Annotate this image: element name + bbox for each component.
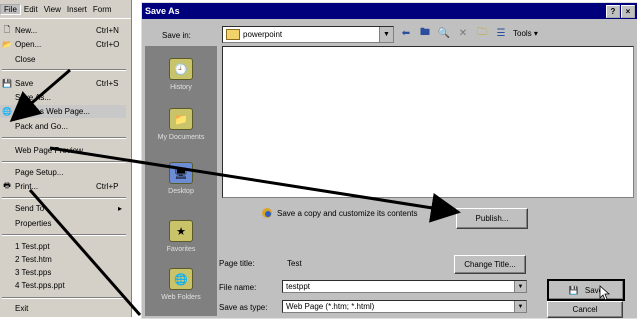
annotation-arrow <box>49 146 461 223</box>
mouse-pointer-icon <box>599 285 611 301</box>
annotation-arrow <box>9 68 71 122</box>
annotation-arrows <box>9 68 611 316</box>
annotation-arrow <box>28 189 142 316</box>
